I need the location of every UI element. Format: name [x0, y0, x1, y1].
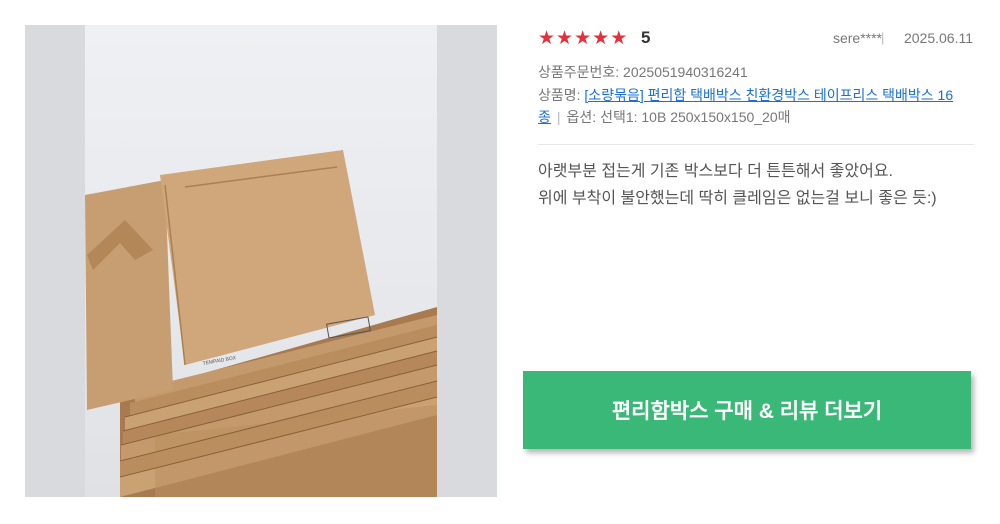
product-info: 상품명: [소량묶음] 편리함 택배박스 친환경박스 테이프리스 택배박스 16… — [538, 84, 968, 128]
review-body: 아랫부분 접는게 기존 박스보다 더 튼튼해서 좋았어요. 위에 부착이 불안했… — [538, 158, 978, 212]
rating-score: 5 — [641, 28, 651, 47]
star-icon: ★ — [610, 28, 628, 49]
star-icon: ★ — [592, 28, 610, 49]
option-text: 옵션: 선택1: 10B 250x150x150_20매 — [566, 109, 791, 125]
divider — [538, 144, 974, 145]
reviewer-name: sere**** — [832, 30, 882, 46]
review-body-line: 위에 부착이 불안했는데 딱히 클레임은 없는걸 보니 좋은 듯:) — [538, 190, 937, 207]
star-icon: ★ — [538, 28, 556, 49]
product-label: 상품명: — [538, 87, 585, 103]
review-photo[interactable]: TEMPAID BOX — [25, 25, 497, 497]
star-icon: ★ — [556, 28, 574, 49]
order-number: 상품주문번호: 2025051940316241 — [538, 64, 748, 80]
rating-stars: ★ ★ ★ ★ ★ — [538, 29, 628, 48]
cardboard-boxes-image: TEMPAID BOX — [85, 150, 438, 497]
star-icon: ★ — [574, 28, 592, 49]
more-reviews-button[interactable]: 편리함박스 구매 & 리뷰 더보기 — [523, 371, 971, 449]
review-body-line: 아랫부분 접는게 기존 박스보다 더 튼튼해서 좋았어요. — [538, 163, 893, 180]
option-separator: | — [556, 109, 561, 125]
review-date: 2025.06.11 — [903, 30, 973, 46]
header-separator: | — [881, 30, 885, 45]
